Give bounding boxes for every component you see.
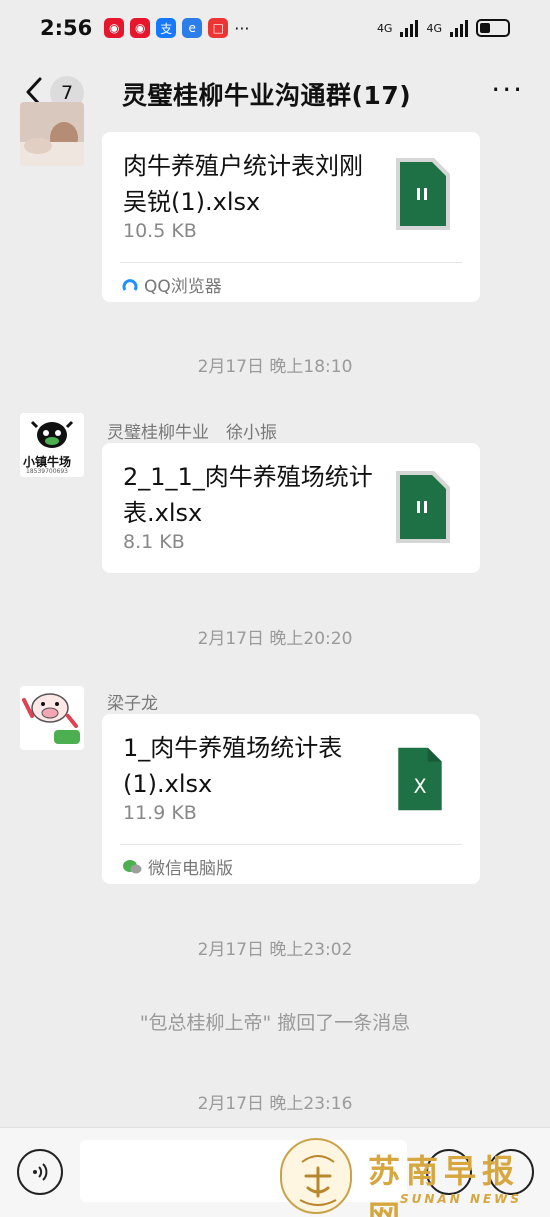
file-name: 1_肉牛养殖场统计表(1).xlsx [123,734,343,798]
signal-icon [400,19,419,37]
wechat-icon [123,859,142,873]
plus-button[interactable] [488,1149,534,1195]
input-bar [0,1127,550,1217]
notification-icons: ◉ ◉ 支 e □ ··· [104,18,250,38]
voice-input-button[interactable] [17,1149,63,1195]
more-icon: ··· [234,18,250,38]
timestamp: 2月17日 晚上23:02 [197,940,353,960]
sender-name: 梁子龙 [107,694,158,714]
qq-browser-icon [122,278,138,291]
browser-icon: e [182,18,203,38]
excel-file-icon: X [398,747,442,811]
timestamp: 2月17日 晚上20:20 [197,629,353,649]
excel-letter: X [413,775,426,798]
avatar[interactable] [20,102,84,166]
avatar[interactable] [20,686,84,750]
divider [120,262,462,263]
excel-file-icon [396,158,450,230]
file-message-bubble[interactable]: 1_肉牛养殖场统计表(1).xlsx 11.9 KB X 微信电脑版 [102,714,480,884]
weibo-icon: ◉ [130,18,151,38]
chat-title: 灵璧桂柳牛业沟通群(17) [122,81,412,110]
timestamp: 2月17日 晚上18:10 [197,357,353,377]
file-size: 11.9 KB [123,802,197,824]
file-source-label: QQ浏览器 [144,277,222,297]
timestamp: 2月17日 晚上23:16 [197,1094,353,1114]
excel-file-icon [396,471,450,543]
status-bar: 2:56 ◉ ◉ 支 e □ ··· 4G 4G [0,0,550,56]
file-name: 2_1_1_肉牛养殖场统计表.xlsx [123,463,373,527]
file-source: 微信电脑版 [122,854,233,879]
more-options-button[interactable]: ··· [491,76,524,104]
file-source: QQ浏览器 [122,272,222,297]
file-message-bubble[interactable]: 肉牛养殖户统计表刘刚吴锐(1).xlsx 10.5 KB QQ浏览器 [102,132,480,302]
divider [120,844,462,845]
signal-icon [450,19,468,37]
file-name: 肉牛养殖户统计表刘刚吴锐(1).xlsx [123,152,363,216]
network-label: 4G [426,21,442,35]
network-label: 4G [376,21,393,35]
battery-icon [476,19,510,37]
file-size: 10.5 KB [123,220,197,242]
status-right: 4G 4G [377,19,510,37]
file-message-bubble[interactable]: 2_1_1_肉牛养殖场统计表.xlsx 8.1 KB [102,443,480,573]
emoji-button[interactable] [426,1149,472,1195]
avatar[interactable]: 小镇牛场 18539700693 [20,413,84,477]
recall-notice: "包总桂柳上帝" 撤回了一条消息 [139,1012,411,1034]
voice-icon [33,1163,48,1181]
alipay-icon: 支 [156,18,177,38]
sender-name: 灵璧桂柳牛业 徐小振 [107,423,277,443]
status-time: 2:56 [40,16,93,40]
avatar-sublabel: 18539700693 [26,468,68,475]
message-input[interactable] [80,1140,407,1202]
file-source-label: 微信电脑版 [148,859,233,879]
app-icon: □ [208,18,229,38]
file-size: 8.1 KB [123,531,185,553]
weibo-icon: ◉ [104,18,125,38]
